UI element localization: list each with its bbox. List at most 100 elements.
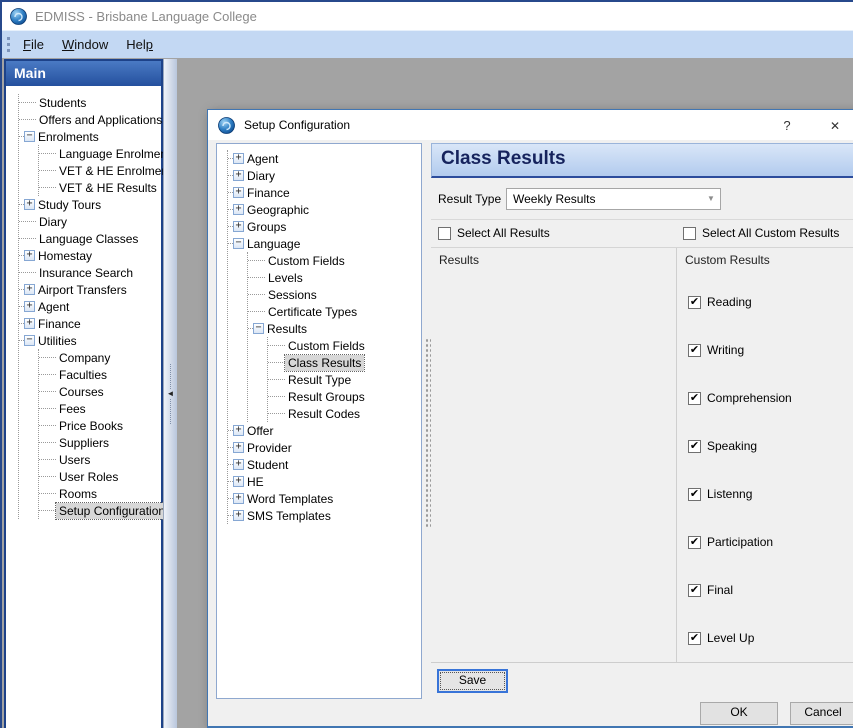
level-up-checkbox[interactable]: ✔ <box>688 632 701 645</box>
dialog-titlebar[interactable]: Setup Configuration <box>208 110 853 140</box>
collapse-box-icon[interactable]: − <box>24 335 35 346</box>
tree-item-utilities[interactable]: −Utilities <box>19 332 159 349</box>
window-titlebar[interactable]: EDMISS - Brisbane Language College <box>2 2 853 30</box>
tree-item-study-tours[interactable]: +Study Tours <box>19 196 159 213</box>
dialog-close-button[interactable]: ✕ <box>822 116 848 136</box>
expand-box-icon[interactable]: + <box>24 250 35 261</box>
custom-result-listenng[interactable]: ✔Listenng <box>688 470 853 518</box>
expand-box-icon[interactable]: + <box>24 318 35 329</box>
participation-checkbox[interactable]: ✔ <box>688 536 701 549</box>
cancel-button[interactable]: Cancel <box>790 702 853 725</box>
tree-item-price-books[interactable]: Price Books <box>39 417 159 434</box>
tree-item-result-codes[interactable]: Result Codes <box>268 405 421 422</box>
menu-file[interactable]: File <box>14 33 53 56</box>
custom-result-participation[interactable]: ✔Participation <box>688 518 853 566</box>
tree-item-offer[interactable]: +Offer <box>228 422 421 439</box>
speaking-checkbox[interactable]: ✔ <box>688 440 701 453</box>
tree-item-faculties[interactable]: Faculties <box>39 366 159 383</box>
expand-box-icon[interactable]: + <box>233 187 244 198</box>
tree-item-sessions[interactable]: Sessions <box>248 286 421 303</box>
expand-box-icon[interactable]: + <box>233 476 244 487</box>
tree-item-diary[interactable]: +Diary <box>228 167 421 184</box>
tree-item-users[interactable]: Users <box>39 451 159 468</box>
tree-item-student[interactable]: +Student <box>228 456 421 473</box>
tree-item-groups[interactable]: +Groups <box>228 218 421 235</box>
tree-item-language[interactable]: −Language <box>228 235 421 252</box>
tree-item-language-classes[interactable]: Language Classes <box>19 230 159 247</box>
tree-item-airport-transfers[interactable]: +Airport Transfers <box>19 281 159 298</box>
tree-item-suppliers[interactable]: Suppliers <box>39 434 159 451</box>
expand-box-icon[interactable]: + <box>24 284 35 295</box>
tree-item-result-type[interactable]: Result Type <box>268 371 421 388</box>
tree-item-language-enrolments[interactable]: Language Enrolments <box>39 145 159 162</box>
tree-item-setup-configuration[interactable]: Setup Configuration <box>39 502 159 519</box>
select-all-custom-option[interactable]: Select All Custom Results <box>683 226 839 240</box>
expand-box-icon[interactable]: + <box>24 301 35 312</box>
tree-item-class-results[interactable]: Class Results <box>268 354 421 371</box>
custom-result-speaking[interactable]: ✔Speaking <box>688 422 853 470</box>
tree-item-custom-fields[interactable]: Custom Fields <box>268 337 421 354</box>
tree-item-rooms[interactable]: Rooms <box>39 485 159 502</box>
result-type-dropdown[interactable]: Weekly Results ▼ <box>506 188 721 210</box>
tree-item-certificate-types[interactable]: Certificate Types <box>248 303 421 320</box>
menu-window[interactable]: Window <box>53 33 117 56</box>
expand-box-icon[interactable]: + <box>233 493 244 504</box>
reading-checkbox[interactable]: ✔ <box>688 296 701 309</box>
tree-item-diary[interactable]: Diary <box>19 213 159 230</box>
tree-item-homestay[interactable]: +Homestay <box>19 247 159 264</box>
tree-item-company[interactable]: Company <box>39 349 159 366</box>
dialog-help-button[interactable]: ? <box>774 116 800 136</box>
tree-item-custom-fields[interactable]: Custom Fields <box>248 252 421 269</box>
expand-box-icon[interactable]: + <box>24 199 35 210</box>
tree-item-word-templates[interactable]: +Word Templates <box>228 490 421 507</box>
tree-item-fees[interactable]: Fees <box>39 400 159 417</box>
expand-box-icon[interactable]: + <box>233 459 244 470</box>
sidebar-collapse-button[interactable]: ◄ <box>166 364 175 424</box>
tree-item-user-roles[interactable]: User Roles <box>39 468 159 485</box>
ok-button[interactable]: OK <box>700 702 778 725</box>
tree-item-agent[interactable]: +Agent <box>228 150 421 167</box>
tree-item-sms-templates[interactable]: +SMS Templates <box>228 507 421 524</box>
expand-box-icon[interactable]: + <box>233 221 244 232</box>
tree-item-agent[interactable]: +Agent <box>19 298 159 315</box>
tree-item-finance[interactable]: +Finance <box>228 184 421 201</box>
writing-checkbox[interactable]: ✔ <box>688 344 701 357</box>
collapse-box-icon[interactable]: − <box>253 323 264 334</box>
save-button[interactable]: Save <box>437 669 508 693</box>
tree-item-vet-he-enrolments[interactable]: VET & HE Enrolments <box>39 162 159 179</box>
select-all-results-option[interactable]: Select All Results <box>438 226 550 240</box>
tree-item-results[interactable]: −Results <box>248 320 421 337</box>
select-all-custom-checkbox[interactable] <box>683 227 696 240</box>
sidebar-splitter[interactable]: ◄ <box>163 59 177 728</box>
tree-item-students[interactable]: Students <box>19 94 159 111</box>
tree-item-courses[interactable]: Courses <box>39 383 159 400</box>
tree-item-enrolments[interactable]: −Enrolments <box>19 128 159 145</box>
custom-result-comprehension[interactable]: ✔Comprehension <box>688 374 853 422</box>
expand-box-icon[interactable]: + <box>233 204 244 215</box>
tree-item-provider[interactable]: +Provider <box>228 439 421 456</box>
expand-box-icon[interactable]: + <box>233 425 244 436</box>
custom-result-level-up[interactable]: ✔Level Up <box>688 614 853 662</box>
custom-result-reading[interactable]: ✔Reading <box>688 278 853 326</box>
comprehension-checkbox[interactable]: ✔ <box>688 392 701 405</box>
menu-help[interactable]: Help <box>117 33 162 56</box>
tree-item-insurance-search[interactable]: Insurance Search <box>19 264 159 281</box>
tree-item-he[interactable]: +HE <box>228 473 421 490</box>
expand-box-icon[interactable]: + <box>233 442 244 453</box>
expand-box-icon[interactable]: + <box>233 510 244 521</box>
tree-item-geographic[interactable]: +Geographic <box>228 201 421 218</box>
tree-item-finance[interactable]: +Finance <box>19 315 159 332</box>
custom-result-writing[interactable]: ✔Writing <box>688 326 853 374</box>
select-all-results-checkbox[interactable] <box>438 227 451 240</box>
expand-box-icon[interactable]: + <box>233 153 244 164</box>
expand-box-icon[interactable]: + <box>233 170 244 181</box>
tree-item-result-groups[interactable]: Result Groups <box>268 388 421 405</box>
final-checkbox[interactable]: ✔ <box>688 584 701 597</box>
tree-item-offers-and-applications[interactable]: Offers and Applications <box>19 111 159 128</box>
tree-item-levels[interactable]: Levels <box>248 269 421 286</box>
collapse-box-icon[interactable]: − <box>24 131 35 142</box>
collapse-box-icon[interactable]: − <box>233 238 244 249</box>
listenng-checkbox[interactable]: ✔ <box>688 488 701 501</box>
custom-result-final[interactable]: ✔Final <box>688 566 853 614</box>
tree-item-vet-he-results[interactable]: VET & HE Results <box>39 179 159 196</box>
